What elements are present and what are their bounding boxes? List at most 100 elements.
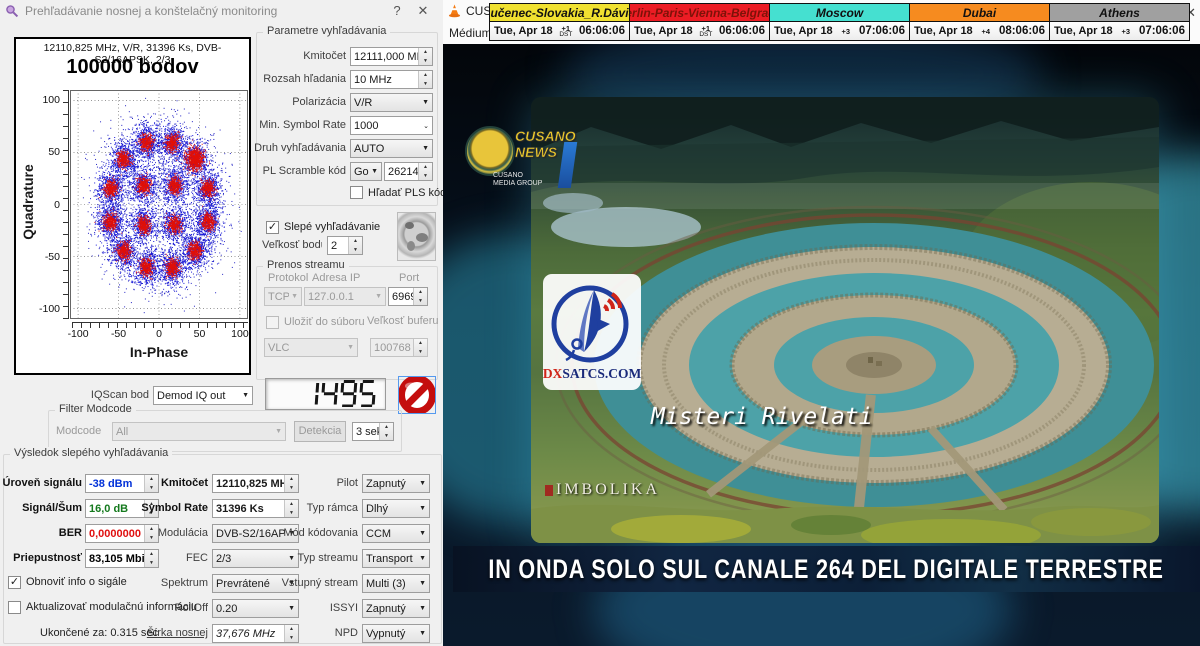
- close-button[interactable]: ✕: [414, 3, 432, 19]
- pilot-combo[interactable]: Zapnutý▼: [362, 474, 430, 493]
- chevron-down-icon: ▼: [242, 392, 249, 399]
- throughput-label: Priepustnosť: [2, 549, 82, 568]
- clock-utc-offset: +3: [842, 28, 851, 35]
- world-clock-strip: Lučenec-Slovakia_R.DávidTue, Apr 18 +1DS…: [490, 3, 1190, 41]
- filter-modcode-legend: Filter Modcode: [55, 403, 136, 415]
- spinner-buttons[interactable]: ▲▼: [418, 48, 432, 65]
- clock-date: Tue, Apr 18: [634, 25, 693, 37]
- no-entry-icon: [399, 377, 435, 413]
- spinner-buttons[interactable]: ▲▼: [413, 339, 427, 356]
- imbolika-mark: [545, 485, 553, 496]
- spinner-buttons[interactable]: ▲▼: [379, 423, 393, 440]
- modcode-label: Modcode: [56, 425, 101, 437]
- clock-city-name: Lučenec-Slovakia_R.Dávid: [490, 4, 629, 22]
- clock-time-row: Tue, Apr 18 +1DST 06:06:06: [490, 22, 629, 40]
- result-frequency-label: Kmitočet: [104, 474, 208, 493]
- polarization-combo[interactable]: V/R▼: [350, 93, 433, 112]
- clock-cell: DubaiTue, Apr 18 +4 08:06:06: [909, 3, 1050, 41]
- scanner-window: Prehľadávanie nosnej a konštelačný monit…: [0, 0, 444, 646]
- x-axis-label: In-Phase: [70, 344, 248, 360]
- ip-combo[interactable]: 127.0.0.1▼: [304, 287, 386, 306]
- y-axis-ruler: [63, 90, 69, 319]
- clock-time: 07:06:06: [859, 25, 905, 37]
- frame-type-combo[interactable]: Dlhý▼: [362, 499, 430, 518]
- search-type-combo[interactable]: AUTO▼: [350, 139, 433, 158]
- spinner-buttons[interactable]: ▲▼: [413, 288, 427, 305]
- update-modulation-label: Aktualizovať modulačnú informáciu: [26, 600, 197, 614]
- pl-scramble-code-spinner[interactable]: 262140▲▼: [384, 162, 433, 181]
- npd-label: NPD: [264, 624, 358, 643]
- coding-mode-combo[interactable]: CCM▼: [362, 524, 430, 543]
- search-range-spinner[interactable]: 10 MHz▲▼: [350, 70, 433, 89]
- port-spinner[interactable]: 6969▲▼: [388, 287, 428, 306]
- clock-city-name: Berlin-Paris-Vienna-Belgrade: [630, 4, 769, 22]
- update-modulation-checkbox[interactable]: [8, 601, 21, 614]
- pl-scramble-label: PL Scramble kód: [190, 162, 346, 181]
- protocol-combo[interactable]: TCP▼: [264, 287, 302, 306]
- spinner-buttons[interactable]: ▲▼: [418, 163, 432, 180]
- clock-utc-offset: +4: [982, 28, 991, 35]
- menu-media[interactable]: Médium: [449, 26, 492, 40]
- clock-time: 06:06:06: [719, 25, 765, 37]
- chevron-down-icon: ▼: [419, 530, 426, 537]
- clock-time: 08:06:06: [999, 25, 1045, 37]
- pl-scramble-combo[interactable]: Gold▼: [350, 162, 382, 181]
- y-tick-label: -50: [30, 251, 60, 263]
- input-stream-combo[interactable]: Multi (3)▼: [362, 574, 430, 593]
- clock-time-row: Tue, Apr 18 +4 08:06:06: [910, 22, 1049, 40]
- snr-label: Signál/Šum: [2, 499, 82, 518]
- x-tick-label: -50: [104, 328, 134, 340]
- clock-city-name: Athens: [1050, 4, 1189, 22]
- stop-button[interactable]: [398, 376, 436, 414]
- chevron-down-icon: ▼: [422, 145, 429, 152]
- coding-mode-label: Mód kódovania: [264, 524, 358, 543]
- npd-combo[interactable]: Vypnutý▼: [362, 624, 430, 643]
- spinner-buttons[interactable]: ▲▼: [418, 71, 432, 88]
- video-area[interactable]: CUSANO NEWS CUSANO MEDIA GROUP: [443, 44, 1200, 646]
- issyi-combo[interactable]: Zapnutý▼: [362, 599, 430, 618]
- detect-button[interactable]: Detekcia: [294, 421, 346, 442]
- stream-type-combo[interactable]: Transport▼: [362, 549, 430, 568]
- refresh-signal-info-checkbox[interactable]: ✓: [8, 576, 21, 589]
- frame-type-label: Typ rámca: [264, 499, 358, 518]
- search-range-label: Rozsah hľadania: [190, 70, 346, 89]
- detect-interval-spinner[interactable]: 3 sek▲▼: [352, 422, 394, 441]
- min-symbol-rate-label: Min. Symbol Rate: [190, 116, 346, 135]
- dx-logo-rest: SATCS.COM: [562, 366, 641, 381]
- symbol-rate-label: Symbol Rate: [104, 499, 208, 518]
- spinner-buttons[interactable]: ▲▼: [348, 237, 362, 254]
- blind-search-checkbox[interactable]: ✓: [266, 221, 279, 234]
- clock-date: Tue, Apr 18: [774, 25, 833, 37]
- x-tick-label: 100: [225, 328, 255, 340]
- y-tick-label: -100: [30, 303, 60, 315]
- help-button[interactable]: ?: [388, 3, 406, 18]
- modulation-label: Modulácia: [104, 524, 208, 543]
- buffer-size-spinner[interactable]: 100768▲▼: [370, 338, 428, 357]
- frequency-spinner[interactable]: 12111,000 MHz▲▼: [350, 47, 433, 66]
- protocol-header: Protokol: [268, 272, 308, 284]
- signal-level-label: Úroveň signálu: [2, 474, 82, 493]
- min-symbol-rate-combo[interactable]: 1000⌄: [350, 116, 433, 135]
- player-combo[interactable]: VLC▼: [264, 338, 358, 357]
- scanner-titlebar[interactable]: Prehľadávanie nosnej a konštelačný monit…: [0, 0, 443, 22]
- magnifier-app-icon: [5, 4, 19, 18]
- dx-logo-dx: DX: [543, 366, 563, 381]
- search-pls-checkbox[interactable]: [350, 186, 363, 199]
- refresh-signal-info-label: Obnoviť info o sigále: [26, 575, 127, 589]
- iqscan-combo[interactable]: Demod IQ out▼: [153, 386, 253, 405]
- port-header: Port: [399, 272, 419, 284]
- frequency-label: Kmitočet: [190, 47, 346, 66]
- save-to-file-checkbox[interactable]: [266, 316, 279, 329]
- cusano-ribbon: [558, 142, 577, 188]
- chevron-down-icon: ▼: [419, 605, 426, 612]
- chevron-down-icon: ▼: [371, 168, 378, 175]
- modcode-combo[interactable]: All▼: [112, 422, 286, 441]
- cusano-media-group-text: CUSANO MEDIA GROUP: [493, 172, 542, 188]
- search-type-label: Druh vyhľadávania: [190, 139, 346, 158]
- dot-size-spinner[interactable]: 2▲▼: [327, 236, 363, 255]
- chevron-down-icon: ▼: [419, 555, 426, 562]
- lower-third-banner: IN ONDA SOLO SUL CANALE 264 DEL DIGITALE…: [453, 546, 1200, 592]
- y-tick-label: 50: [30, 146, 60, 158]
- clock-cell: MoscowTue, Apr 18 +3 07:06:06: [769, 3, 910, 41]
- input-stream-label: Vstupný stream: [264, 574, 358, 593]
